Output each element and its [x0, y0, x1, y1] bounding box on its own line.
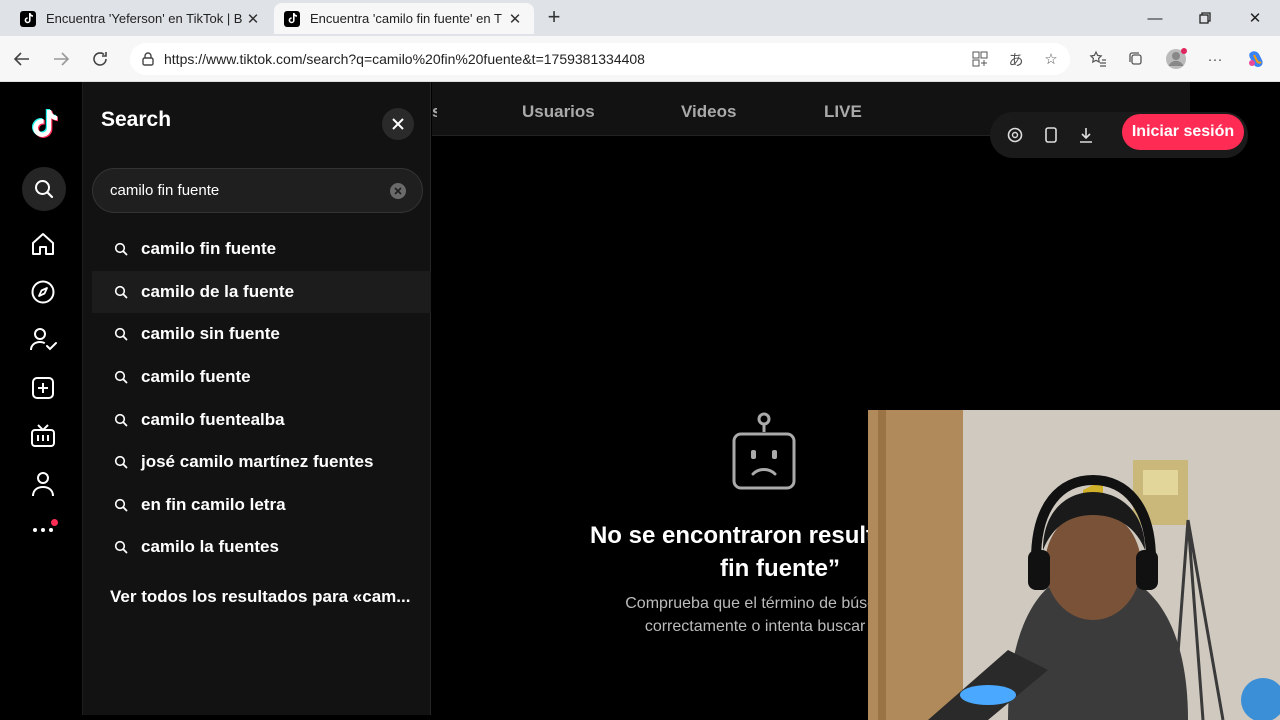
search-icon	[114, 498, 128, 512]
empty-desc-line2: correctamente o intenta buscar ot	[644, 618, 884, 635]
suggestion-item[interactable]: camilo la fuentes	[92, 526, 431, 569]
search-icon	[35, 180, 54, 199]
notification-dot	[51, 519, 58, 526]
search-icon	[114, 370, 128, 384]
favorites-icon[interactable]	[1086, 47, 1110, 71]
app-icon[interactable]	[1042, 126, 1060, 144]
profile-avatar-icon[interactable]	[1164, 47, 1188, 71]
search-icon	[114, 456, 128, 469]
search-icon	[114, 328, 128, 341]
webcam-overlay	[868, 410, 1280, 720]
tiktok-favicon-icon	[20, 10, 36, 27]
tab-partial[interactable]: s	[432, 102, 437, 122]
collections-icon[interactable]	[1124, 47, 1148, 71]
search-icon	[114, 243, 128, 256]
live-icon[interactable]	[27, 420, 59, 452]
rail-search-button[interactable]	[22, 167, 66, 211]
suggestion-label: camilo fuentealba	[141, 409, 285, 429]
suggestion-label: camilo sin fuente	[141, 324, 280, 344]
address-bar-row: https://www.tiktok.com/search?q=camilo%2…	[0, 36, 1280, 82]
upload-icon[interactable]	[27, 372, 59, 404]
suggestion-label: camilo fuente	[141, 367, 251, 387]
minimize-button[interactable]: —	[1135, 6, 1175, 30]
suggestion-label: josé camilo martínez fuentes	[141, 452, 374, 472]
restore-button[interactable]	[1185, 6, 1225, 30]
suggestion-item[interactable]: camilo de la fuente	[92, 270, 431, 314]
profile-icon[interactable]	[27, 468, 59, 500]
tab-title: Encuentra 'Yeferson' en TikTok | B	[46, 11, 243, 26]
tab-live[interactable]: LIVE	[824, 102, 862, 122]
reload-icon[interactable]	[88, 47, 112, 71]
suggestion-item[interactable]: camilo fin fuente	[92, 228, 431, 271]
site-info-icon[interactable]	[140, 51, 156, 67]
coin-icon[interactable]	[1006, 126, 1024, 144]
suggestion-label: camilo la fuentes	[141, 537, 279, 557]
favorite-star-icon[interactable]: ☆	[1039, 47, 1063, 71]
search-panel: Search camilo fin fuente camilo fin fuen…	[83, 82, 431, 715]
search-input[interactable]: camilo fin fuente	[92, 168, 423, 213]
suggestion-item[interactable]: camilo fuente	[92, 356, 431, 399]
back-icon[interactable]	[10, 47, 34, 71]
close-window-button[interactable]: ✕	[1235, 6, 1275, 30]
see-all-results-link[interactable]: Ver todos los resultados para «cam...	[110, 587, 422, 607]
download-icon[interactable]	[1077, 126, 1095, 144]
sad-robot-icon	[732, 412, 796, 490]
browser-tab-yeferson[interactable]: Encuentra 'Yeferson' en TikTok | B ✕	[10, 3, 272, 34]
forward-icon[interactable]	[49, 47, 73, 71]
copilot-icon[interactable]	[1244, 47, 1268, 71]
search-icon	[114, 541, 128, 554]
url-text: https://www.tiktok.com/search?q=camilo%2…	[164, 51, 645, 67]
suggestion-item[interactable]: camilo fuentealba	[92, 398, 431, 441]
url-field[interactable]: https://www.tiktok.com/search?q=camilo%2…	[130, 43, 1070, 75]
suggestion-item[interactable]: josé camilo martínez fuentes	[92, 441, 431, 484]
app-available-icon[interactable]	[968, 47, 992, 71]
following-icon[interactable]	[27, 323, 59, 355]
suggestion-item[interactable]: camilo sin fuente	[92, 313, 431, 356]
tiktok-logo-icon[interactable]	[27, 108, 59, 140]
tab-close-icon[interactable]: ✕	[244, 10, 262, 28]
left-rail	[5, 82, 83, 715]
search-query-text: camilo fin fuente	[110, 182, 220, 199]
read-aloud-icon[interactable]: あ	[1004, 47, 1028, 71]
new-tab-button[interactable]: +	[542, 6, 566, 30]
suggestion-list: camilo fin fuente camilo de la fuente ca…	[92, 228, 431, 569]
tab-videos[interactable]: Videos	[681, 102, 736, 122]
panel-title: Search	[101, 108, 172, 131]
tab-close-icon[interactable]: ✕	[506, 10, 524, 28]
browser-tab-bar: Encuentra 'Yeferson' en TikTok | B ✕ Enc…	[0, 0, 1280, 36]
tiktok-favicon-icon	[284, 10, 300, 27]
suggestion-item[interactable]: en fin camilo letra	[92, 484, 431, 527]
close-icon	[392, 118, 404, 130]
explore-icon[interactable]	[27, 276, 59, 308]
settings-more-icon[interactable]: ···	[1203, 47, 1227, 71]
tab-title: Encuentra 'camilo fin fuente' en T	[310, 11, 502, 26]
home-icon[interactable]	[27, 228, 59, 260]
webcam-image	[868, 410, 1280, 720]
login-button[interactable]: Iniciar sesión	[1122, 114, 1244, 150]
close-search-button[interactable]	[382, 108, 414, 140]
tab-usuarios[interactable]: Usuarios	[522, 102, 595, 122]
search-icon	[114, 413, 128, 427]
clear-search-icon[interactable]	[390, 183, 406, 199]
suggestion-label: en fin camilo letra	[141, 494, 286, 514]
browser-tab-camilo[interactable]: Encuentra 'camilo fin fuente' en T ✕	[274, 3, 534, 34]
search-icon	[114, 285, 128, 299]
empty-desc-line1: Comprueba que el término de búsqued	[625, 595, 903, 612]
suggestion-label: camilo fin fuente	[141, 239, 277, 259]
suggestion-label: camilo de la fuente	[141, 281, 295, 301]
